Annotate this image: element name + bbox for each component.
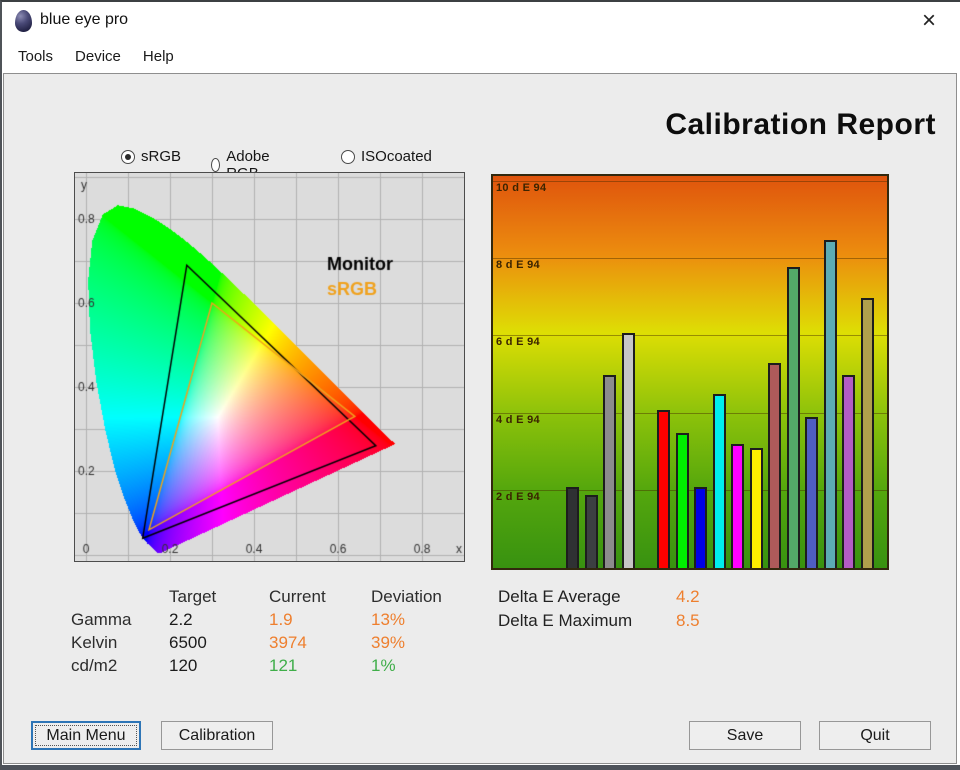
- bar-gridline: [493, 181, 887, 182]
- table-header: Deviation: [371, 587, 481, 610]
- bar-axis-label: 4 d E 94: [496, 414, 540, 426]
- table-header: Current: [269, 587, 371, 610]
- radio-selected-icon[interactable]: [121, 150, 135, 164]
- row-label: cd/m2: [71, 656, 169, 679]
- target-value: 6500: [169, 633, 269, 656]
- window-title: blue eye pro: [40, 11, 128, 29]
- delta-e-bar: [676, 433, 689, 568]
- delta-e-summary: Delta E Average4.2Delta E Maximum8.5: [498, 587, 700, 635]
- radio-unselected-icon[interactable]: [211, 158, 220, 172]
- delta-e-bar: [824, 240, 837, 568]
- bar-axis-label: 6 d E 94: [496, 336, 540, 348]
- title-bar: blue eye pro ×: [2, 2, 958, 40]
- delta-e-bar: [694, 487, 707, 568]
- deviation-value: 39%: [371, 633, 481, 656]
- row-label: Kelvin: [71, 633, 169, 656]
- delta-e-label: Delta E Average: [498, 587, 676, 611]
- app-window: blue eye pro × ToolsDeviceHelp Calibrati…: [0, 0, 960, 770]
- row-label: Gamma: [71, 610, 169, 633]
- window-bottom-edge: [2, 765, 960, 770]
- menu-bar: ToolsDeviceHelp: [2, 40, 958, 73]
- delta-e-bar-chart: 10 d E 94 8 d E 94 6 d E 94 4 d E 94 2 d E 9…: [491, 174, 889, 570]
- radio-isocoated[interactable]: ISOcoated: [341, 148, 432, 165]
- delta-e-bar: [750, 448, 763, 568]
- radio-srgb[interactable]: sRGB: [121, 148, 181, 165]
- delta-e-bar: [842, 375, 855, 568]
- delta-e-bar: [622, 333, 635, 568]
- current-value: 1.9: [269, 610, 371, 633]
- deviation-value: 1%: [371, 656, 481, 679]
- current-value: 121: [269, 656, 371, 679]
- delta-e-bar: [603, 375, 616, 568]
- delta-e-bar: [657, 410, 670, 568]
- main-menu-button[interactable]: Main Menu: [31, 721, 141, 750]
- app-logo-icon: [15, 10, 32, 32]
- save-button[interactable]: Save: [689, 721, 801, 750]
- delta-e-bar: [585, 495, 598, 568]
- quit-button[interactable]: Quit: [819, 721, 931, 750]
- delta-e-label: Delta E Maximum: [498, 611, 676, 635]
- deviation-value: 13%: [371, 610, 481, 633]
- calibration-button[interactable]: Calibration: [161, 721, 273, 750]
- table-header: Target: [169, 587, 269, 610]
- bar-axis-label: 8 d E 94: [496, 259, 540, 271]
- radio-label: ISOcoated: [361, 148, 432, 165]
- delta-e-bar: [805, 417, 818, 568]
- delta-e-bar: [566, 487, 579, 568]
- menu-item-device[interactable]: Device: [64, 43, 132, 70]
- main-panel: Calibration Report sRGBAdobe RGBISOcoate…: [3, 73, 957, 764]
- delta-e-bar: [787, 267, 800, 568]
- delta-e-bar: [861, 298, 874, 568]
- cie-chromaticity-chart: [74, 172, 465, 562]
- delta-e-bar: [713, 394, 726, 568]
- close-icon[interactable]: ×: [913, 6, 945, 36]
- page-title: Calibration Report: [665, 108, 936, 142]
- radio-label: sRGB: [141, 148, 181, 165]
- bar-axis-label: 10 d E 94: [496, 182, 546, 194]
- cie-canvas: [75, 173, 464, 561]
- current-value: 3974: [269, 633, 371, 656]
- target-value: 120: [169, 656, 269, 679]
- delta-e-bar: [731, 444, 744, 568]
- measurements-table: TargetCurrentDeviation Gamma2.21.913% Kelv…: [71, 587, 481, 679]
- delta-e-value: 8.5: [676, 611, 700, 635]
- radio-unselected-icon[interactable]: [341, 150, 355, 164]
- delta-e-value: 4.2: [676, 587, 700, 611]
- menu-item-tools[interactable]: Tools: [7, 43, 64, 70]
- menu-item-help[interactable]: Help: [132, 43, 185, 70]
- table-header: [71, 587, 169, 610]
- target-value: 2.2: [169, 610, 269, 633]
- delta-e-bar: [768, 363, 781, 568]
- bar-axis-label: 2 d E 94: [496, 491, 540, 503]
